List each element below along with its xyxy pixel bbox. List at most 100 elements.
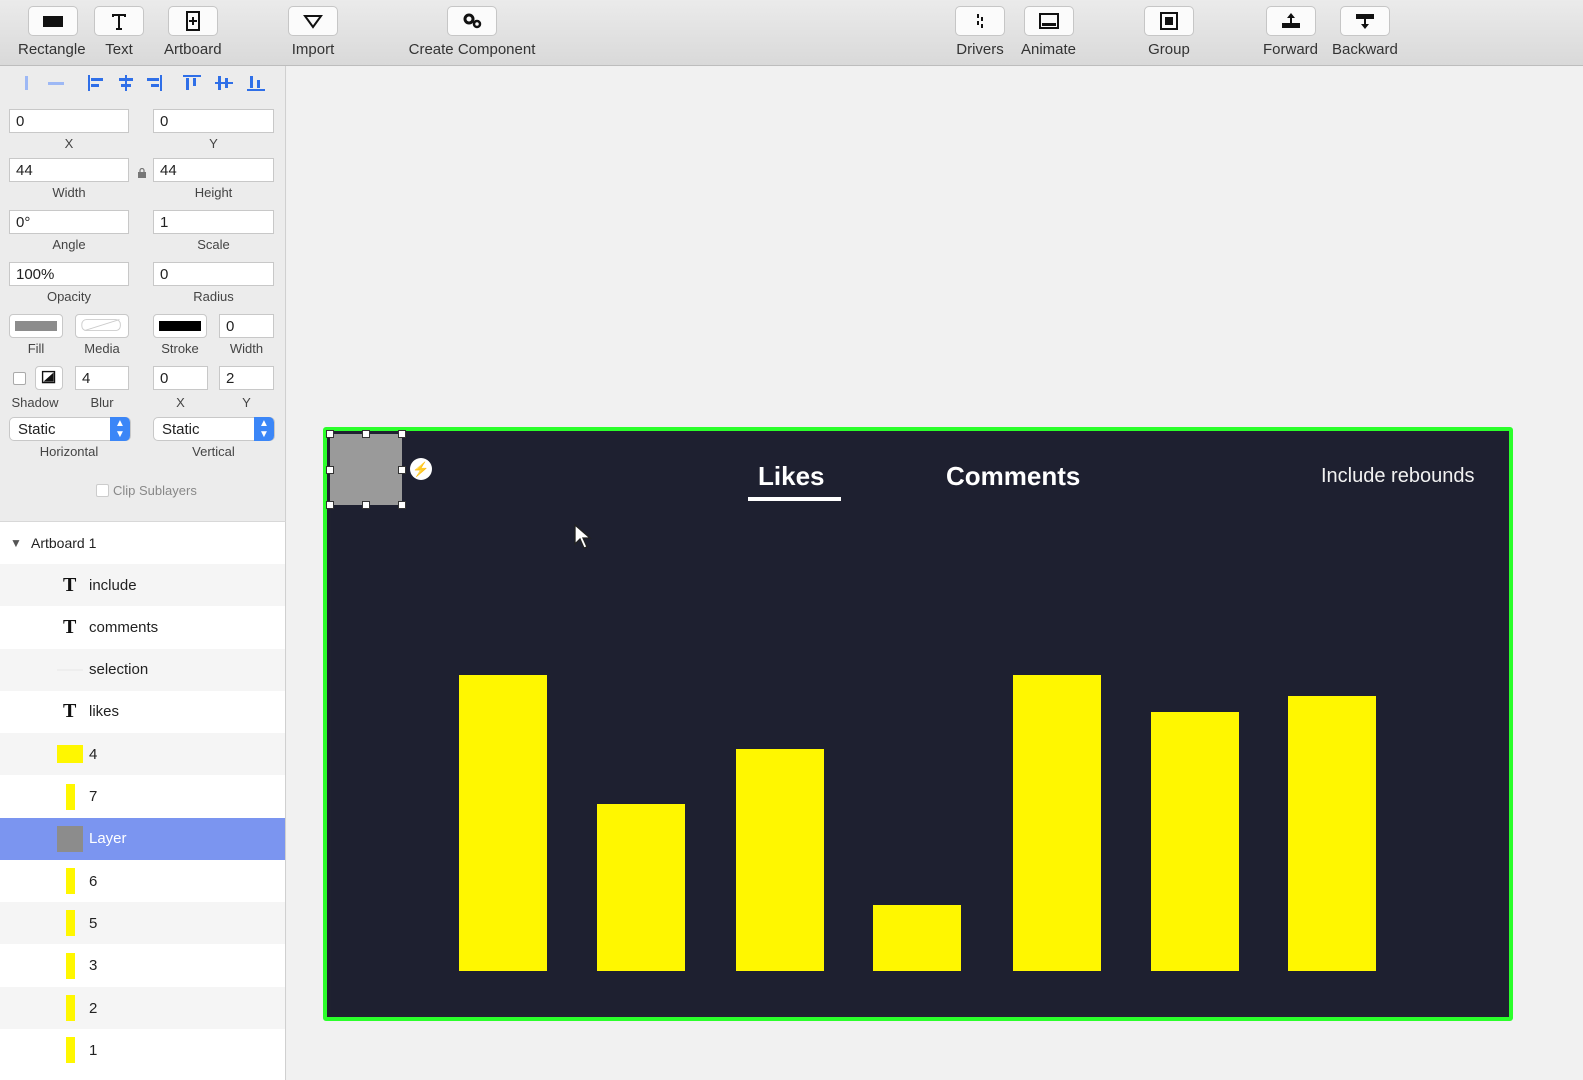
include-rebounds-toggle[interactable]: Include rebounds bbox=[1321, 465, 1474, 488]
text-tool-button[interactable]: Text bbox=[94, 6, 144, 58]
shadow-x-field[interactable]: 0 bbox=[153, 366, 208, 390]
text-icon bbox=[94, 6, 144, 36]
media-swatch[interactable] bbox=[75, 314, 129, 338]
text-layer-icon: T bbox=[63, 700, 77, 723]
bar-1[interactable] bbox=[459, 675, 547, 971]
mouse-cursor-icon bbox=[574, 524, 592, 549]
resize-handle-bottom-left[interactable] bbox=[326, 501, 334, 509]
layer-row-likes[interactable]: Tlikes bbox=[0, 691, 285, 733]
shadow-y-field[interactable]: 2 bbox=[219, 366, 274, 390]
bar-6[interactable] bbox=[1151, 712, 1239, 971]
layer-row-comments[interactable]: Tcomments bbox=[0, 606, 285, 648]
align-center-horizontal-icon[interactable] bbox=[116, 74, 136, 92]
resize-handle-left[interactable] bbox=[326, 466, 334, 474]
bar-2[interactable] bbox=[597, 804, 685, 971]
layer-row-selection[interactable]: selection bbox=[0, 648, 285, 691]
radius-field[interactable]: 0 bbox=[153, 262, 274, 286]
y-position-field[interactable]: 0 bbox=[153, 109, 274, 133]
bar-4[interactable] bbox=[873, 905, 961, 971]
group-button[interactable]: Group bbox=[1144, 6, 1194, 58]
layer-row-1[interactable]: 1 bbox=[0, 1029, 285, 1071]
layer-name: 1 bbox=[89, 1041, 98, 1059]
layer-row-2[interactable]: 2 bbox=[0, 987, 285, 1029]
layer-row-include[interactable]: Tinclude bbox=[0, 564, 285, 606]
layer-row-6[interactable]: 6 bbox=[0, 860, 285, 902]
layers-panel: ▼ Artboard 1 Tinclude Tcomments selection T… bbox=[0, 521, 286, 1080]
drivers-button[interactable]: Drivers bbox=[955, 6, 1005, 58]
chevron-up-down-icon: ▲ ▼ bbox=[254, 417, 274, 441]
radius-label: Radius bbox=[193, 289, 234, 304]
artboard-tool-button[interactable]: Artboard bbox=[164, 6, 222, 58]
distribute-vertical-icon[interactable] bbox=[46, 74, 66, 92]
disclosure-triangle-icon[interactable]: ▼ bbox=[10, 536, 22, 550]
height-field[interactable]: 44 bbox=[153, 158, 274, 182]
scale-field[interactable]: 1 bbox=[153, 210, 274, 234]
selected-layer-rect[interactable] bbox=[330, 434, 402, 505]
clip-sublayers-checkbox[interactable] bbox=[96, 484, 109, 497]
layer-row-artboard[interactable]: ▼ Artboard 1 bbox=[0, 522, 285, 564]
create-component-button[interactable]: Create Component bbox=[405, 6, 539, 58]
distribute-horizontal-icon[interactable] bbox=[16, 74, 36, 92]
artboard-1[interactable]: Likes Comments Include rebounds ⚡ bbox=[326, 430, 1505, 1013]
lock-aspect-icon[interactable] bbox=[137, 165, 147, 178]
layer-row-3[interactable]: 3 bbox=[0, 945, 285, 987]
width-label: Width bbox=[52, 185, 86, 200]
lightning-bolt-icon[interactable]: ⚡ bbox=[410, 458, 432, 480]
layer-name: comments bbox=[89, 618, 159, 636]
layer-row-7[interactable]: 7 bbox=[0, 776, 285, 818]
text-layer-icon: T bbox=[63, 615, 77, 638]
drivers-icon bbox=[955, 6, 1005, 36]
group-icon bbox=[1144, 6, 1194, 36]
resize-handle-bottom[interactable] bbox=[362, 501, 370, 509]
x-position-field[interactable]: 0 bbox=[9, 109, 129, 133]
resize-handle-top-right[interactable] bbox=[398, 430, 406, 438]
align-middle-vertical-icon[interactable] bbox=[214, 74, 234, 92]
canvas[interactable]: Likes Comments Include rebounds ⚡ bbox=[287, 67, 1583, 1080]
horizontal-constraint-select[interactable]: Static ▲ ▼ bbox=[9, 417, 131, 441]
fill-color-swatch[interactable] bbox=[9, 314, 63, 338]
bring-forward-icon bbox=[1265, 6, 1316, 36]
resize-handle-top-left[interactable] bbox=[326, 430, 334, 438]
artboard-selection-outline[interactable]: Likes Comments Include rebounds ⚡ bbox=[323, 427, 1513, 1021]
artboard-icon bbox=[167, 6, 218, 36]
y-label: Y bbox=[209, 136, 218, 151]
resize-handle-top[interactable] bbox=[362, 430, 370, 438]
layer-row-4[interactable]: 4 bbox=[0, 733, 285, 776]
bar-5[interactable] bbox=[1013, 675, 1101, 971]
rectangle-layer-thumbnail bbox=[57, 745, 83, 764]
animate-button[interactable]: Animate bbox=[1021, 6, 1076, 58]
resize-handle-right[interactable] bbox=[398, 466, 406, 474]
angle-field[interactable]: 0° bbox=[9, 210, 129, 234]
shadow-color-swatch[interactable] bbox=[35, 366, 63, 390]
import-button[interactable]: Import bbox=[288, 6, 338, 58]
height-label: Height bbox=[194, 185, 233, 200]
opacity-field[interactable]: 100% bbox=[9, 262, 129, 286]
layer-row-layer[interactable]: Layer bbox=[0, 817, 285, 860]
align-left-icon[interactable] bbox=[86, 74, 106, 92]
rectangle-tool-button[interactable]: Rectangle bbox=[18, 6, 86, 58]
align-right-icon[interactable] bbox=[144, 74, 164, 92]
align-top-icon[interactable] bbox=[182, 74, 202, 92]
align-bottom-icon[interactable] bbox=[246, 74, 266, 92]
animate-label: Animate bbox=[1021, 41, 1077, 58]
width-field[interactable]: 44 bbox=[9, 158, 129, 182]
layer-row-5[interactable]: 5 bbox=[0, 902, 285, 945]
stroke-color-swatch[interactable] bbox=[153, 314, 207, 338]
backward-button[interactable]: Backward bbox=[1332, 6, 1398, 58]
layer-name: selection bbox=[89, 661, 149, 679]
bar-3[interactable] bbox=[736, 749, 824, 971]
text-tool-label: Text bbox=[105, 41, 133, 58]
chevron-up-down-icon: ▲ ▼ bbox=[110, 417, 130, 441]
bar-7[interactable] bbox=[1288, 696, 1376, 971]
stroke-width-field[interactable]: 0 bbox=[219, 314, 274, 338]
resize-handle-bottom-right[interactable] bbox=[398, 501, 406, 509]
vertical-constraint-select[interactable]: Static ▲ ▼ bbox=[153, 417, 275, 441]
layer-name: 7 bbox=[89, 788, 98, 805]
rectangle-layer-thumbnail bbox=[66, 868, 75, 895]
blur-field[interactable]: 4 bbox=[75, 366, 129, 390]
forward-button[interactable]: Forward bbox=[1263, 6, 1318, 58]
tab-comments[interactable]: Comments bbox=[946, 461, 1080, 492]
tab-likes[interactable]: Likes bbox=[758, 461, 825, 492]
layer-name: Layer bbox=[89, 830, 127, 848]
shadow-checkbox[interactable] bbox=[13, 372, 26, 385]
